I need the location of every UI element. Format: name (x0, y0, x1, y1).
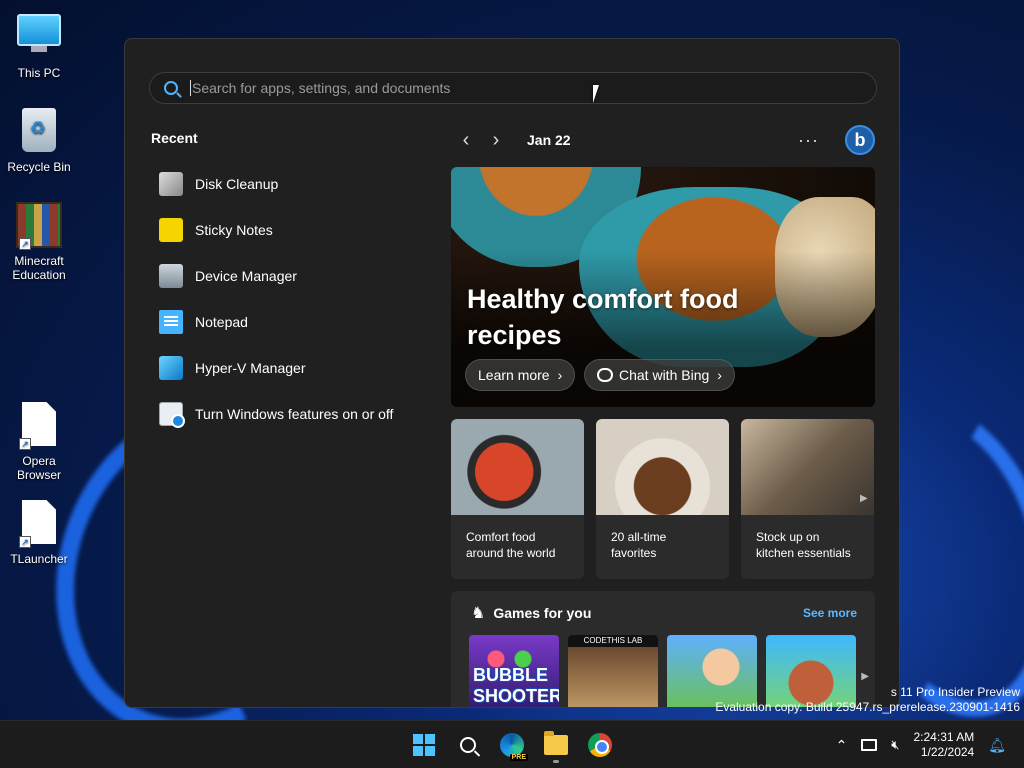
desktop-icon-label: Recycle Bin (7, 160, 71, 174)
folder-icon (544, 731, 568, 755)
more-options-button[interactable]: ··· (798, 130, 819, 151)
recent-item-label: Device Manager (195, 268, 297, 284)
taskbar-search-button[interactable] (452, 729, 484, 761)
recent-item-sticky-notes[interactable]: Sticky Notes (159, 207, 429, 253)
story-title: 20 all-time favorites (611, 530, 667, 560)
game-tile-bubble-shooter[interactable]: BUBBLE SHOOTER HD (469, 635, 559, 707)
bing-icon[interactable]: b (845, 125, 875, 155)
taskbar: PRE ⌃ 🔇︎ 2:24:31 AM 1/22/2024 🔔︎ (0, 720, 1024, 768)
recent-item-label: Disk Cleanup (195, 176, 279, 192)
games-title: Games for you (493, 605, 592, 621)
story-cards: Comfort food around the world 20 all-tim… (451, 419, 875, 579)
clock[interactable]: 2:24:31 AM 1/22/2024 (914, 730, 975, 760)
recent-item-disk-cleanup[interactable]: Disk Cleanup (159, 161, 429, 207)
start-menu: Recent Disk Cleanup Sticky Notes Device … (124, 38, 900, 708)
this-pc-icon (15, 14, 63, 62)
see-more-link[interactable]: See more (803, 606, 857, 620)
desktop-icon-label: Opera Browser (16, 454, 61, 482)
search-icon (164, 81, 178, 95)
build-watermark: s 11 Pro Insider Preview Evaluation copy… (715, 685, 1020, 714)
mouse-cursor (593, 85, 599, 103)
recent-item-windows-features[interactable]: Turn Windows features on or off (159, 391, 429, 437)
disk-cleanup-icon (159, 172, 183, 196)
recent-list: Disk Cleanup Sticky Notes Device Manager… (159, 161, 429, 437)
file-shortcut-icon: ↗ (15, 500, 63, 548)
story-image (741, 419, 874, 515)
story-title: Stock up on kitchen essentials (756, 530, 851, 560)
story-image (596, 419, 729, 515)
notepad-icon (159, 310, 183, 334)
desktop-icon-label: TLauncher (10, 552, 68, 566)
chat-icon (597, 368, 613, 382)
desktop-icon-label: Minecraft Education (12, 254, 66, 282)
show-hidden-icons-button[interactable]: ⌃ (836, 737, 848, 754)
notification-bell-icon[interactable]: 🔔︎ (988, 737, 1006, 754)
game-tile-chess[interactable]: CODETHIS LAB (568, 635, 658, 707)
chevron-right-icon: › (557, 367, 563, 383)
recent-item-label: Turn Windows features on or off (195, 406, 394, 422)
hero-title: Healthy comfort food recipes (467, 284, 739, 350)
learn-more-button[interactable]: Learn more › (465, 359, 576, 391)
windows-logo-icon (413, 734, 435, 756)
chevron-left-icon[interactable]: ‹ (451, 129, 481, 152)
edge-icon: PRE (500, 733, 528, 761)
scroll-right-icon[interactable]: ▶ (860, 493, 870, 507)
sticky-notes-icon (159, 218, 183, 242)
story-title: Comfort food around the world (466, 530, 556, 560)
recent-item-notepad[interactable]: Notepad (159, 299, 429, 345)
chevron-right-icon[interactable]: › (481, 129, 511, 152)
feed-date: Jan 22 (527, 132, 571, 148)
desktop-icon-tlauncher[interactable]: ↗ TLauncher (1, 498, 77, 566)
network-icon[interactable] (861, 739, 878, 751)
hyper-v-icon (159, 356, 183, 380)
recycle-bin-icon (15, 108, 63, 156)
desktop-icon-recycle-bin[interactable]: Recycle Bin (1, 106, 77, 174)
hero-card[interactable]: Healthy comfort food recipes Learn more … (451, 167, 875, 407)
recent-item-label: Hyper-V Manager (195, 360, 306, 376)
desktop-icon-this-pc[interactable]: This PC (1, 10, 77, 80)
desktop-icon-opera[interactable]: ↗ Opera Browser (1, 400, 77, 482)
desktop-icon-label: This PC (17, 66, 61, 80)
start-button[interactable] (408, 729, 440, 761)
recent-heading: Recent (151, 130, 198, 146)
file-shortcut-icon: ↗ (15, 402, 63, 450)
text-caret (190, 80, 191, 96)
minecraft-icon: ↗ (15, 202, 63, 250)
edge-preview-button[interactable]: PRE (496, 729, 528, 761)
chat-with-bing-button[interactable]: Chat with Bing › (584, 359, 735, 391)
chrome-button[interactable] (584, 729, 616, 761)
clock-time: 2:24:31 AM (913, 730, 975, 744)
chrome-icon (588, 733, 612, 757)
search-icon (460, 737, 476, 753)
chevron-right-icon: › (717, 367, 722, 383)
recent-item-label: Sticky Notes (195, 222, 273, 238)
system-tray: ⌃ 🔇︎ 2:24:31 AM 1/22/2024 🔔︎ (836, 729, 1006, 761)
story-image (451, 419, 584, 515)
search-box[interactable] (149, 72, 877, 104)
volume-muted-icon[interactable]: 🔇︎ (891, 737, 899, 753)
story-card[interactable]: Comfort food around the world (451, 419, 584, 579)
file-explorer-button[interactable] (540, 729, 572, 763)
windows-features-icon (159, 402, 185, 428)
clock-date: 1/22/2024 (920, 745, 975, 759)
recent-item-label: Notepad (195, 314, 248, 330)
story-card[interactable]: 20 all-time favorites (596, 419, 729, 579)
game-piece-icon: ♞ (471, 605, 486, 622)
desktop-icon-minecraft[interactable]: ↗ Minecraft Education (1, 202, 77, 282)
search-input[interactable] (192, 80, 792, 96)
recent-item-hyper-v[interactable]: Hyper-V Manager (159, 345, 429, 391)
recent-item-device-manager[interactable]: Device Manager (159, 253, 429, 299)
scroll-right-icon[interactable]: ▶ (861, 671, 869, 682)
story-card[interactable]: Stock up on kitchen essentials ▶ (741, 419, 874, 579)
feed-nav: ‹ › Jan 22 ··· b (451, 125, 875, 155)
device-manager-icon (159, 264, 183, 288)
